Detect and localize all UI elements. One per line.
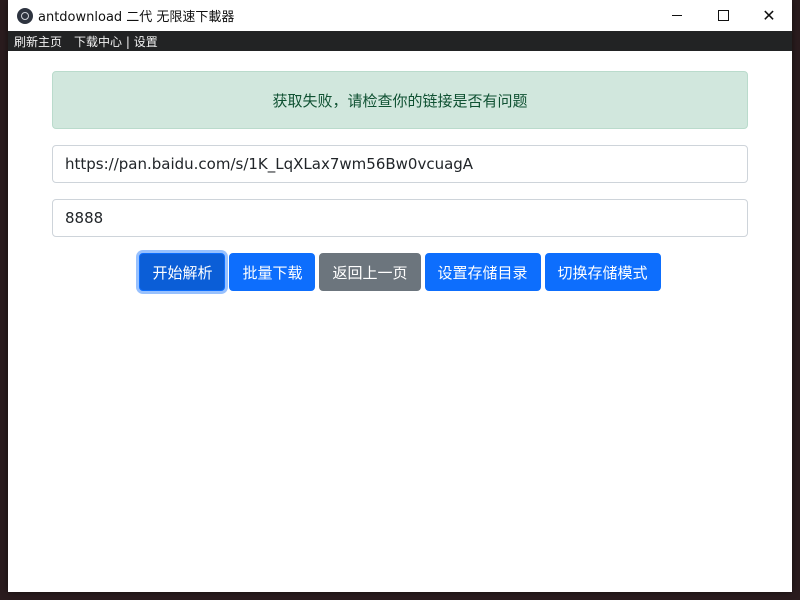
close-icon: ✕: [762, 6, 776, 25]
maximize-button[interactable]: [700, 0, 746, 31]
back-button[interactable]: 返回上一页: [319, 253, 421, 291]
set-storage-dir-button[interactable]: 设置存储目录: [424, 253, 541, 291]
error-alert-text: 获取失败，请检查你的链接是否有问题: [272, 91, 528, 110]
minimize-icon: [672, 15, 682, 16]
menu-item-download-center-settings[interactable]: 下载中心 | 设置: [74, 33, 158, 50]
error-alert: 获取失败，请检查你的链接是否有问题: [52, 71, 748, 129]
title-bar[interactable]: antdownload 二代 无限速下載器 ✕: [8, 0, 792, 31]
share-link-input[interactable]: [52, 145, 748, 183]
batch-download-button[interactable]: 批量下载: [229, 253, 316, 291]
menu-bar: 刷新主页 下载中心 | 设置: [8, 31, 792, 51]
start-parse-button[interactable]: 开始解析: [139, 253, 226, 291]
app-logo-icon: [17, 7, 33, 24]
action-buttons: 开始解析 批量下载 返回上一页 设置存储目录 切换存储模式: [8, 253, 792, 291]
close-button[interactable]: ✕: [746, 0, 792, 31]
app-window: antdownload 二代 无限速下載器 ✕ 刷新主页 下载中心 | 设置 获…: [8, 0, 792, 592]
window-controls: ✕: [654, 0, 792, 31]
window-title: antdownload 二代 无限速下載器: [38, 10, 235, 25]
extract-code-input[interactable]: [52, 199, 748, 237]
switch-storage-mode-button[interactable]: 切换存储模式: [544, 253, 661, 291]
minimize-button[interactable]: [654, 0, 700, 31]
maximize-icon: [717, 10, 729, 21]
menu-item-refresh-home[interactable]: 刷新主页: [14, 33, 62, 50]
